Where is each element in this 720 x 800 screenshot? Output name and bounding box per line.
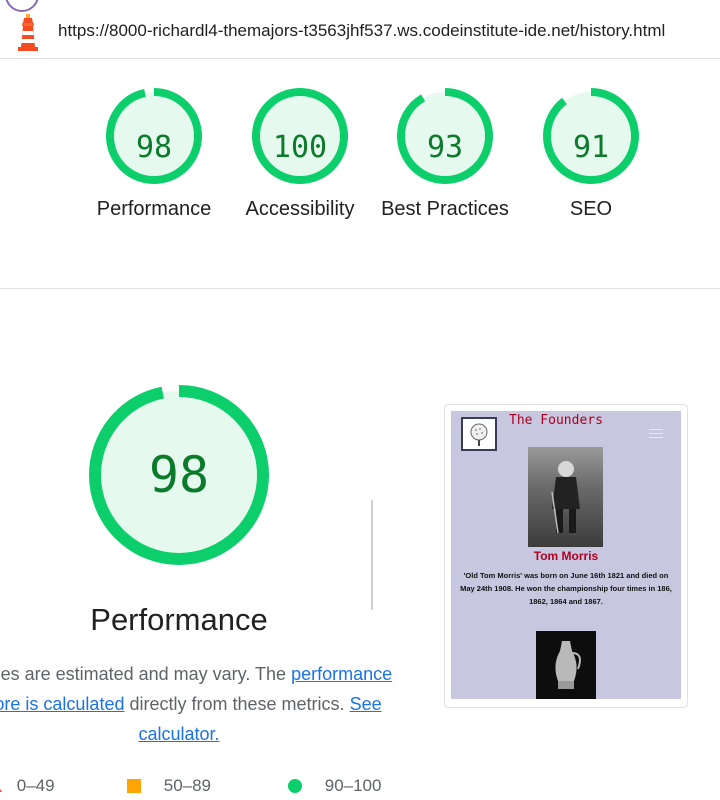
claret-jug-photo — [536, 631, 596, 699]
gauge-score: 91 — [572, 130, 610, 165]
desc-text-1: Values are estimated and may vary. The — [0, 664, 287, 684]
legend-fail: 0–49 — [0, 776, 55, 796]
tom-morris-photo — [528, 447, 603, 547]
gauge-score: 98 — [135, 130, 173, 165]
gauge-label: SEO — [569, 198, 613, 220]
legend-pass-label: 90–100 — [324, 776, 382, 795]
avatar-ring — [5, 0, 39, 12]
section-divider — [0, 288, 720, 289]
triangle-icon — [0, 780, 2, 792]
summary-gauges: 98 Performance 100 Accessibility 93 Best… — [0, 60, 720, 288]
desc-text-2: directly from these metrics. — [129, 694, 345, 714]
score-legend: 0–49 50–89 90–100 — [0, 776, 720, 800]
lighthouse-icon — [18, 14, 38, 51]
vertical-divider — [371, 500, 373, 610]
gauge-seo[interactable]: 91 SEO — [526, 86, 656, 224]
thumb-brand: The Founders — [509, 413, 603, 428]
final-screenshot[interactable]: The Founders Tom Morris 'Old Tom Morris'… — [444, 404, 688, 708]
report-header: https://8000-richardl4-themajors-t3563jh… — [0, 0, 720, 59]
gauge-label: Performance — [96, 198, 212, 220]
gauge-score: 100 — [272, 130, 328, 165]
performance-description: Values are estimated and may vary. The p… — [0, 659, 398, 749]
square-icon — [127, 779, 141, 793]
golf-ball-logo-icon — [461, 417, 497, 451]
gauge-label: Accessibility — [245, 198, 355, 220]
thumb-bio: 'Old Tom Morris' was born on June 16th 1… — [460, 571, 672, 606]
page-url[interactable]: https://8000-richardl4-themajors-t3563jh… — [58, 21, 665, 41]
gauge-best-practices[interactable]: 93 Best Practices — [380, 86, 510, 224]
gauge-score: 93 — [426, 130, 464, 165]
legend-pass: 90–100 — [288, 776, 381, 796]
performance-title: Performance — [90, 602, 268, 637]
circle-icon — [288, 779, 302, 793]
thumb-name: Tom Morris — [533, 549, 599, 563]
legend-fail-label: 0–49 — [16, 776, 55, 795]
gauge-accessibility[interactable]: 100 Accessibility — [235, 86, 365, 224]
page-thumbnail: The Founders Tom Morris 'Old Tom Morris'… — [451, 411, 681, 699]
legend-average: 50–89 — [127, 776, 211, 796]
performance-score: 98 — [148, 446, 210, 504]
legend-average-label: 50–89 — [163, 776, 212, 795]
hamburger-icon — [649, 429, 663, 441]
gauge-label: Best Practices — [381, 198, 509, 220]
gauge-performance[interactable]: 98 Performance — [89, 86, 219, 224]
